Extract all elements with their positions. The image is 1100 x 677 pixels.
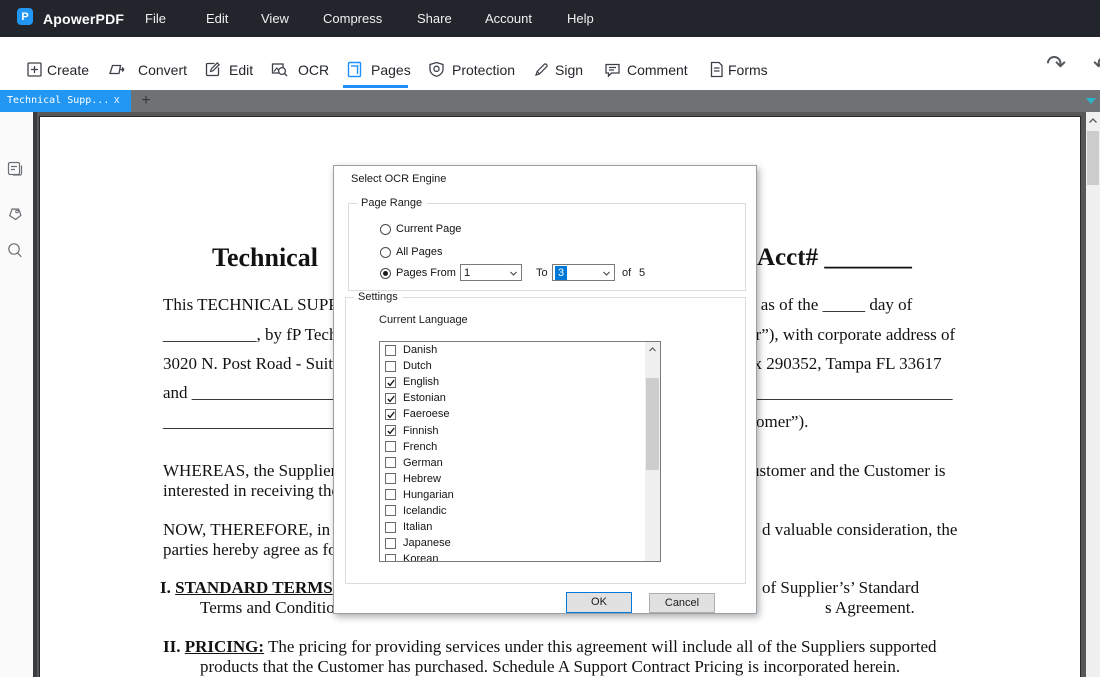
radio-all-pages[interactable]: All Pages	[380, 245, 442, 259]
language-option-finnish[interactable]: Finnish	[380, 422, 660, 438]
document-text: NOW, THEREFORE, in	[163, 520, 330, 540]
document-text: products that the Customer has purchased…	[200, 657, 900, 677]
language-name: Hebrew	[403, 473, 441, 485]
language-option-japanese[interactable]: Japanese	[380, 535, 660, 551]
pages-from-value: 1	[464, 267, 470, 279]
language-name: Faeroese	[403, 408, 449, 420]
radio-pages-from[interactable]: Pages From	[380, 266, 456, 280]
document-text: I. STANDARD TERMS	[160, 578, 333, 598]
listbox-scrollbar-thumb[interactable]	[646, 378, 659, 470]
radio-label: Pages From	[396, 267, 456, 279]
language-option-hungarian[interactable]: Hungarian	[380, 487, 660, 503]
language-name: Estonian	[403, 392, 446, 404]
document-text: ___________, by fP Tech	[163, 325, 337, 345]
language-name: Japanese	[403, 537, 451, 549]
language-name: Danish	[403, 344, 437, 356]
document-text: _________________________	[740, 383, 953, 403]
total-pages: 5	[639, 267, 645, 279]
language-option-korean[interactable]: Korean	[380, 551, 660, 562]
checkbox-unchecked[interactable]	[385, 457, 396, 468]
language-name: Italian	[403, 521, 432, 533]
language-name: Icelandic	[403, 505, 446, 517]
document-text: WHEREAS, the Supplier	[163, 461, 336, 481]
checkbox-checked[interactable]	[385, 393, 396, 404]
page-range-label: Page Range	[357, 197, 426, 209]
language-option-estonian[interactable]: Estonian	[380, 390, 660, 406]
dialog-title: Select OCR Engine	[351, 173, 446, 185]
document-text: d valuable consideration, the	[762, 520, 957, 540]
to-label: To	[536, 267, 548, 279]
document-text: II. PRICING: The pricing for providing s…	[163, 637, 937, 657]
language-option-german[interactable]: German	[380, 455, 660, 471]
language-name: Korean	[403, 553, 438, 562]
checkbox-checked[interactable]	[385, 425, 396, 436]
document-text: Terms and Conditio	[200, 598, 335, 618]
document-text: ustomer and the Customer is	[751, 461, 946, 481]
language-name: Dutch	[403, 360, 432, 372]
checkbox-unchecked[interactable]	[385, 554, 396, 562]
ok-button[interactable]: OK	[566, 592, 632, 613]
document-text: This TECHNICAL SUPP	[163, 295, 338, 315]
checkbox-unchecked[interactable]	[385, 505, 396, 516]
listbox-scrollbar[interactable]	[645, 342, 660, 561]
radio-label: All Pages	[396, 246, 442, 258]
language-name: German	[403, 457, 443, 469]
document-text: s Agreement.	[825, 598, 915, 618]
select-ocr-engine-dialog: Select OCR Engine Page Range Current Pag…	[333, 165, 757, 614]
document-text: of Supplier’s’ Standard	[762, 578, 919, 598]
pages-from-select[interactable]: 1	[460, 264, 522, 281]
document-text: interested in receiving the	[163, 481, 339, 501]
language-option-english[interactable]: English	[380, 374, 660, 390]
app-window: P ApowerPDF FileEditViewCompressShareAcc…	[0, 0, 1100, 677]
language-option-hebrew[interactable]: Hebrew	[380, 471, 660, 487]
checkbox-unchecked[interactable]	[385, 361, 396, 372]
language-option-icelandic[interactable]: Icelandic	[380, 503, 660, 519]
language-name: English	[403, 376, 439, 388]
language-option-dutch[interactable]: Dutch	[380, 358, 660, 374]
language-option-italian[interactable]: Italian	[380, 519, 660, 535]
checkbox-checked[interactable]	[385, 377, 396, 388]
document-text: Technical	[212, 242, 318, 273]
language-name: French	[403, 441, 437, 453]
checkbox-unchecked[interactable]	[385, 489, 396, 500]
document-text: ox 290352, Tampa FL 33617	[745, 354, 942, 374]
checkbox-unchecked[interactable]	[385, 538, 396, 549]
settings-label: Settings	[354, 291, 402, 303]
document-text: Acct# _______	[757, 243, 912, 273]
radio-circle[interactable]	[380, 224, 391, 235]
pages-to-value: 3	[555, 266, 567, 280]
checkbox-unchecked[interactable]	[385, 473, 396, 484]
cancel-button[interactable]: Cancel	[649, 593, 715, 613]
current-language-label: Current Language	[379, 314, 468, 326]
radio-circle[interactable]	[380, 268, 391, 279]
language-option-faeroese[interactable]: Faeroese	[380, 406, 660, 422]
language-option-danish[interactable]: Danish	[380, 342, 660, 358]
of-label: of	[622, 267, 631, 279]
document-text: omer”).	[756, 412, 808, 432]
checkbox-unchecked[interactable]	[385, 522, 396, 533]
language-option-french[interactable]: French	[380, 439, 660, 455]
radio-label: Current Page	[396, 223, 461, 235]
listbox-scroll-up-icon[interactable]	[647, 344, 658, 355]
language-name: Hungarian	[403, 489, 454, 501]
language-name: Finnish	[403, 425, 438, 437]
checkbox-checked[interactable]	[385, 409, 396, 420]
checkbox-unchecked[interactable]	[385, 441, 396, 452]
checkbox-unchecked[interactable]	[385, 345, 396, 356]
document-text: o as of the _____ day of	[748, 295, 912, 315]
document-text: parties hereby agree as fol	[163, 540, 341, 560]
language-listbox[interactable]: Danish Dutch English Estonian Faeroese Finnis…	[379, 341, 661, 562]
document-text: er”), with corporate address of	[748, 325, 955, 345]
radio-circle[interactable]	[380, 247, 391, 258]
radio-current-page[interactable]: Current Page	[380, 222, 461, 236]
document-text: 3020 N. Post Road - Suite	[163, 354, 341, 374]
pages-to-select[interactable]: 3	[552, 264, 615, 281]
